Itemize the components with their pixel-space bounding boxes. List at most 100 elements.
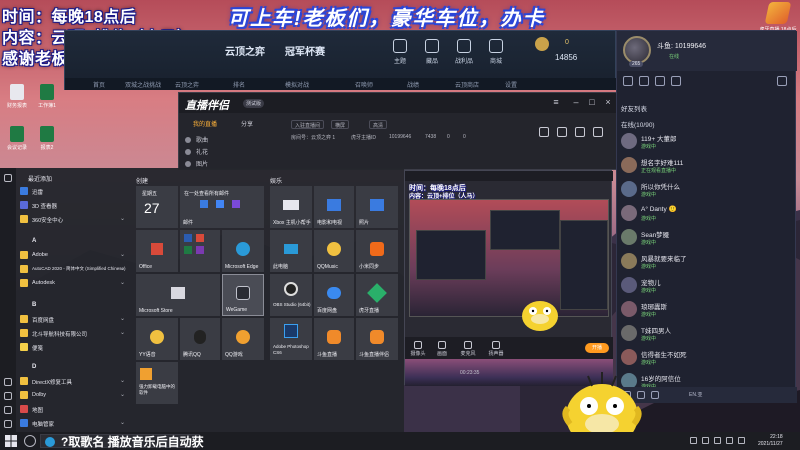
document-icon[interactable] <box>4 392 12 400</box>
notification-icon[interactable] <box>738 437 745 444</box>
speaker-button[interactable]: 扬声器 <box>485 341 507 357</box>
volume-icon[interactable] <box>702 437 709 444</box>
tile-this-pc[interactable]: 此电脑 <box>270 230 312 272</box>
game-client-window[interactable]: 云顶之弈 冠军杯赛 主题 藏品 战利品 商城 0 14856 首页 双城之战挑战… <box>64 30 617 90</box>
mode-field[interactable]: 横屏 <box>331 120 350 129</box>
app-item[interactable]: 百度网盘 ⌄ <box>18 314 130 325</box>
tab-my-live[interactable]: 我的直播 <box>193 119 217 128</box>
nav-store[interactable]: 商城 <box>481 39 511 65</box>
tool-icon[interactable] <box>557 127 567 137</box>
source-item[interactable]: 歌曲 <box>185 135 255 144</box>
stream-assistant-window[interactable]: 直播伴侣 测试版 ≡ – □ × 我的直播 分享 歌曲 礼花 图片 入驻直播间 … <box>178 92 619 170</box>
tile-wegame[interactable]: WeGame <box>222 274 264 316</box>
go-live-button[interactable]: 开播 <box>585 343 609 353</box>
subnav-sim[interactable]: 模拟对战 <box>285 80 309 89</box>
app-item[interactable]: Adobe ⌄ <box>18 250 130 261</box>
tile-uninstaller[interactable]: 强力卸载电脑中的软件 <box>136 362 178 404</box>
quality-field[interactable]: 高清 <box>369 120 388 129</box>
friend-item[interactable]: 想名字好难111 正在观看直播中 <box>617 155 797 177</box>
friend-item[interactable]: 信得者生不如死 游戏中 <box>617 347 797 369</box>
friend-item[interactable]: A° Danty 🙂 游戏中 <box>617 203 797 225</box>
friend-item[interactable]: 119+ 大董郎 游戏中 <box>617 131 797 153</box>
tile-mi-sync[interactable]: 小米同步 <box>356 230 398 272</box>
tile-qqmusic[interactable]: QQMusic <box>314 230 354 272</box>
room-title-field[interactable]: 入驻直播间 <box>291 120 325 129</box>
language-indicator[interactable]: EN.亚 <box>689 391 702 398</box>
search-icon[interactable] <box>777 76 787 86</box>
user-icon[interactable] <box>4 378 12 386</box>
tile-photos[interactable]: 照片 <box>356 186 398 228</box>
app-item[interactable]: 北斗导航科技有限公司 ⌄ <box>18 328 130 339</box>
tab-share[interactable]: 分享 <box>241 119 253 128</box>
battery-icon[interactable] <box>714 437 721 444</box>
tile-mail[interactable]: 在一处查看所有邮件 邮件 <box>180 186 264 228</box>
list-icon[interactable] <box>655 76 665 86</box>
tile-movies[interactable]: 电影和电视 <box>314 186 354 228</box>
close-icon[interactable]: × <box>603 97 613 107</box>
tile-store[interactable]: Microsoft Store <box>136 274 220 316</box>
group-icon[interactable] <box>639 76 649 86</box>
tile-edge[interactable]: Microsoft Edge <box>222 230 264 272</box>
tool-icon[interactable] <box>575 127 585 137</box>
letter-header[interactable]: D <box>32 364 36 370</box>
source-item[interactable]: 图片 <box>185 159 255 168</box>
mic-button[interactable]: 麦克风 <box>457 341 479 357</box>
tile-office-apps[interactable] <box>180 230 220 272</box>
app-item[interactable]: 电脑管家 ⌄ <box>18 418 130 429</box>
friend-item[interactable]: 琅琊蠹斯 游戏中 <box>617 299 797 321</box>
folder-icon[interactable] <box>671 76 681 86</box>
camera-button[interactable]: 摄像头 <box>407 341 429 357</box>
nav-theme[interactable]: 主题 <box>385 39 415 65</box>
subnav-stats[interactable]: 战绩 <box>407 80 419 89</box>
friend-item[interactable]: 所以你凭什么 游戏中 <box>617 179 797 201</box>
tile-yy[interactable]: YY语音 <box>136 318 178 360</box>
app-item[interactable]: 迅雷 <box>18 186 130 197</box>
tile-huya[interactable]: 虎牙直播 <box>356 274 398 316</box>
subnav-home[interactable]: 首页 <box>93 80 105 89</box>
add-friend-icon[interactable] <box>623 76 633 86</box>
tool-icon[interactable] <box>593 127 603 137</box>
app-item[interactable]: 便笺 <box>18 342 130 353</box>
power-icon[interactable] <box>4 420 12 428</box>
tool-icon[interactable] <box>539 127 549 137</box>
tile-qq-game[interactable]: QQ游戏 <box>222 318 264 360</box>
subnav-settings[interactable]: 设置 <box>505 80 517 89</box>
subnav-tft[interactable]: 云顶之弈 <box>175 80 199 89</box>
subnav-tft-store[interactable]: 云顶商店 <box>455 80 479 89</box>
app-item[interactable]: 3D 查看器 <box>18 200 130 211</box>
app-item[interactable]: 360安全中心 ⌄ <box>18 214 130 225</box>
app-item[interactable]: Autodesk ⌄ <box>18 278 130 289</box>
subnav-summoner[interactable]: 召唤师 <box>355 80 373 89</box>
tile-photoshop[interactable]: Adobe Photoshop CS6 <box>270 318 312 360</box>
tile-qq[interactable]: 腾讯QQ <box>180 318 220 360</box>
start-menu[interactable]: 最近添加 迅雷 3D 查看器 360安全中心 ⌄ A Adobe ⌄ AutoCAD… <box>0 168 404 432</box>
tile-obs[interactable]: OBS Studio (64bit) <box>270 274 312 316</box>
assistant-menu-icon[interactable]: ≡ <box>551 97 561 107</box>
app-item[interactable]: DirectX修复工具 ⌄ <box>18 376 130 387</box>
taskbar-clock[interactable]: 22:18 2021/11/27 <box>758 434 783 448</box>
online-section[interactable]: 在线(10/90) <box>621 119 655 129</box>
gear-icon[interactable] <box>651 391 659 399</box>
ime-icon[interactable] <box>726 437 733 444</box>
friend-item[interactable]: T妹四男人 游戏中 <box>617 323 797 345</box>
minimize-icon[interactable]: – <box>571 97 581 107</box>
app-item[interactable]: AutoCAD 2020 - 简体中文 (Simplified Chinese)… <box>18 264 130 275</box>
nav-collection[interactable]: 藏品 <box>417 39 447 65</box>
nav-loot[interactable]: 战利品 <box>449 39 479 65</box>
network-icon[interactable] <box>690 437 697 444</box>
tile-douyu-assistant[interactable]: 斗鱼直播伴侣 <box>356 318 398 360</box>
tile-xbox[interactable]: Xbox 主机小帮手 <box>270 186 312 228</box>
tile-calendar[interactable]: 星期五 27 <box>136 186 178 228</box>
hamburger-icon[interactable] <box>4 174 12 182</box>
screen-button[interactable]: 画面 <box>431 341 453 357</box>
maximize-icon[interactable]: □ <box>587 97 597 107</box>
windows-start-icon[interactable] <box>5 435 17 447</box>
app-item[interactable]: Dolby ⌄ <box>18 390 130 401</box>
letter-header[interactable]: A <box>32 238 36 244</box>
tab-champion-cup[interactable]: 冠军杯赛 <box>285 43 325 58</box>
taskbar-music-ticker[interactable]: ?取歌名 播放音乐后自动获 <box>40 434 204 449</box>
desktop-icon-excel-2[interactable]: 会议记录 <box>2 126 32 151</box>
subnav-rank[interactable]: 排名 <box>233 80 245 89</box>
friend-item[interactable]: 宠物儿 游戏中 <box>617 275 797 297</box>
subnav-arcane[interactable]: 双城之战挑战 <box>125 80 161 89</box>
